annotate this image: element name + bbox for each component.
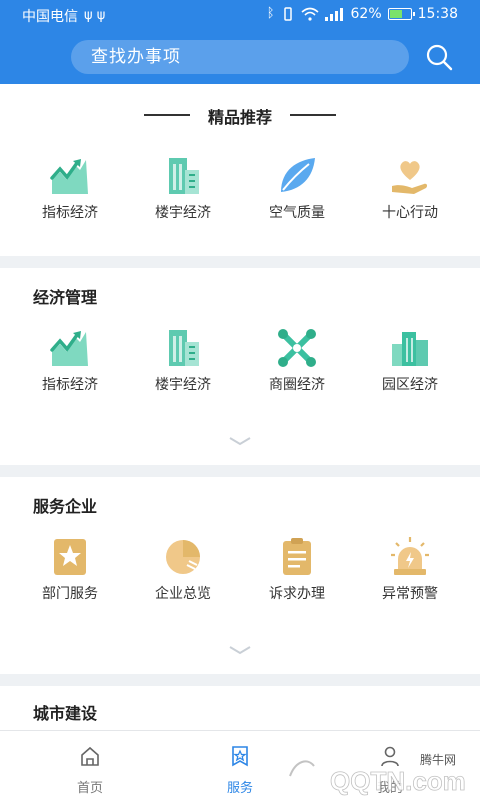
service-star-icon — [232, 746, 248, 767]
enterprise-item-appeal[interactable]: 诉求办理 — [247, 537, 347, 617]
enterprise-title: 服务企业 — [33, 497, 98, 516]
wifi-icon — [300, 7, 319, 21]
watermark-brand: 腾牛网 — [420, 752, 456, 767]
park-buildings-icon — [392, 332, 428, 366]
enterprise-item-overview[interactable]: 企业总览 — [133, 537, 233, 617]
enterprise-item-alert[interactable]: 异常预警 — [360, 537, 460, 617]
item-label: 楼宇经济 — [155, 377, 211, 393]
featured-item-ten-hearts[interactable]: 十心行动 — [360, 156, 460, 236]
chevron-down-icon[interactable] — [228, 436, 252, 446]
usb-icon: ψ ψ — [84, 8, 106, 23]
item-label: 空气质量 — [269, 205, 325, 221]
item-label: 异常预警 — [382, 586, 438, 602]
network-icon — [278, 329, 316, 367]
vibrate-icon — [283, 7, 292, 21]
featured-item-air-quality[interactable]: 空气质量 — [247, 156, 347, 236]
item-label: 商圈经济 — [269, 377, 325, 393]
rising-chart-icon — [50, 331, 88, 366]
leaf-icon — [281, 158, 315, 192]
status-bar: 中国电信 ψ ψ ᛒ 62% 15:38 — [0, 0, 480, 30]
building-icon — [169, 330, 199, 366]
economy-item-indicator[interactable]: 指标经济 — [20, 328, 120, 408]
item-label: 楼宇经济 — [155, 205, 211, 221]
enterprise-item-department[interactable]: 部门服务 — [20, 537, 120, 617]
bluetooth-icon: ᛒ — [266, 6, 275, 21]
nav-home[interactable]: 首页 — [40, 731, 140, 800]
qqtn-watermark: 腾牛网 QQTN.com — [278, 750, 466, 796]
item-label: 十心行动 — [382, 205, 438, 221]
featured-section: 精品推荐 指标经济 楼宇经济 空气质量 十心行动 — [0, 84, 480, 256]
building-icon — [169, 158, 199, 194]
clipboard-icon — [283, 538, 311, 575]
nav-label: 首页 — [76, 781, 103, 796]
heart-hand-icon — [392, 161, 428, 194]
watermark-text: QQTN.com — [330, 766, 466, 796]
home-icon — [81, 746, 99, 766]
header: 中国电信 ψ ψ ᛒ 62% 15:38 查找办事项 — [0, 0, 480, 84]
pie-chart-icon — [166, 540, 200, 574]
battery-fill — [389, 10, 402, 18]
economy-title: 经济管理 — [33, 288, 98, 307]
item-label: 诉求办理 — [269, 586, 325, 602]
alarm-light-icon — [391, 537, 429, 575]
title-divider-right — [290, 114, 336, 116]
economy-item-park[interactable]: 园区经济 — [360, 328, 460, 408]
economy-item-business-district[interactable]: 商圈经济 — [247, 328, 347, 408]
signal-icon — [324, 8, 343, 21]
search-input[interactable]: 查找办事项 — [71, 40, 409, 74]
featured-item-building-economy[interactable]: 楼宇经济 — [133, 156, 233, 236]
item-label: 指标经济 — [42, 377, 98, 393]
economy-item-building[interactable]: 楼宇经济 — [133, 328, 233, 408]
economy-section: 经济管理 指标经济 楼宇经济 商圈经济 园区经济 — [0, 268, 480, 465]
featured-item-indicator-economy[interactable]: 指标经济 — [20, 156, 120, 236]
star-badge-icon — [54, 539, 86, 575]
city-title: 城市建设 — [33, 704, 98, 723]
rising-chart-icon — [50, 159, 88, 194]
battery-icon — [387, 8, 415, 20]
item-label: 指标经济 — [42, 205, 98, 221]
featured-title: 精品推荐 — [207, 108, 272, 127]
enterprise-section: 服务企业 部门服务 企业总览 诉求办理 异常预警 — [0, 477, 480, 674]
battery-percent: 62% — [350, 6, 382, 22]
carrier-label: 中国电信 — [22, 9, 78, 25]
clock: 15:38 — [417, 6, 458, 22]
search-icon[interactable] — [424, 42, 454, 72]
item-label: 园区经济 — [382, 377, 438, 393]
app-screen: 中国电信 ψ ψ ᛒ 62% 15:38 查找办事项 精品推荐 指标经济 楼宇经… — [0, 0, 480, 800]
chevron-down-icon[interactable] — [228, 645, 252, 655]
item-label: 企业总览 — [155, 586, 211, 602]
item-label: 部门服务 — [42, 586, 98, 602]
